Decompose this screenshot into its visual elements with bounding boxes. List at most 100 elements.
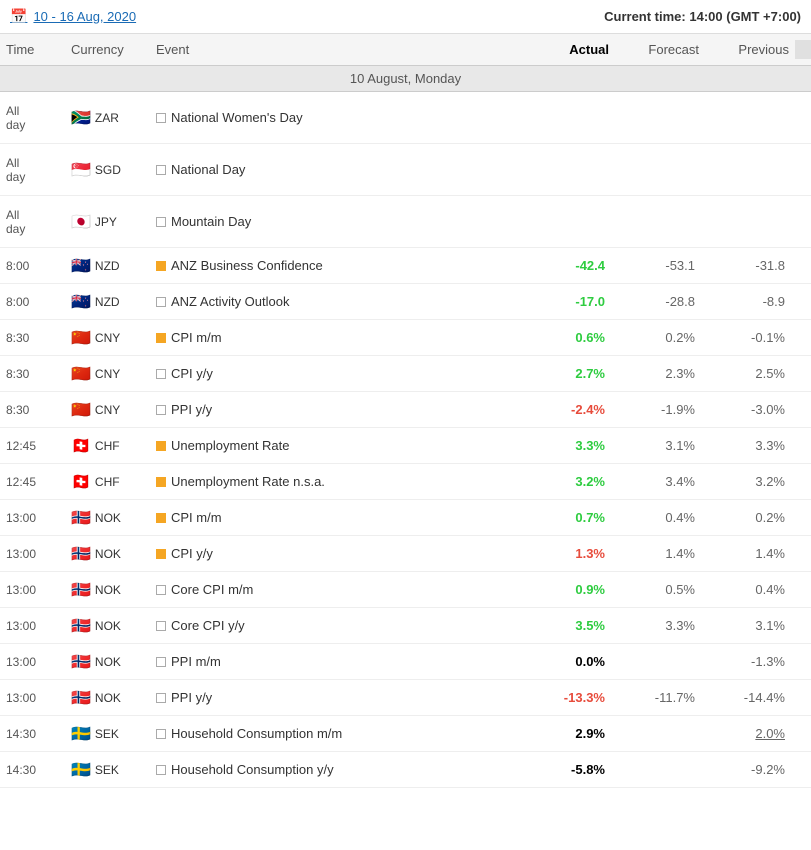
cell-actual [525, 114, 615, 122]
flag-icon: 🇸🇪 [71, 760, 91, 780]
cell-event: PPI y/y [150, 398, 525, 421]
cell-actual [525, 218, 615, 226]
header-bar: 📅 10 - 16 Aug, 2020 Current time: 14:00 … [0, 0, 811, 34]
currency-label: SEK [95, 727, 119, 741]
currency-label: CHF [95, 475, 120, 489]
currency-label: ZAR [95, 111, 119, 125]
cell-previous: -1.3% [705, 650, 795, 673]
cell-forecast: 0.2% [615, 326, 705, 349]
cell-actual: 2.9% [525, 722, 615, 745]
flag-icon: 🇳🇴 [71, 580, 91, 600]
section-header-monday: 10 August, Monday [0, 66, 811, 92]
cell-actual: 0.6% [525, 326, 615, 349]
cell-event: National Day [150, 158, 525, 181]
cell-previous: 3.2% [705, 470, 795, 493]
flag-icon: 🇳🇴 [71, 508, 91, 528]
cell-time: 14:30 [0, 723, 65, 745]
cell-forecast: 0.5% [615, 578, 705, 601]
table-row: Allday 🇯🇵 JPY Mountain Day [0, 196, 811, 248]
cell-actual: 0.0% [525, 650, 615, 673]
current-time-label: Current time: [604, 9, 686, 24]
event-name: National Women's Day [171, 110, 303, 125]
event-name: Core CPI y/y [171, 618, 245, 633]
cell-time: 13:00 [0, 507, 65, 529]
event-name: Core CPI m/m [171, 582, 253, 597]
cell-currency: 🇨🇭 CHF [65, 468, 150, 496]
flag-icon: 🇨🇭 [71, 472, 91, 492]
event-name: Unemployment Rate [171, 438, 290, 453]
event-name: Unemployment Rate n.s.a. [171, 474, 325, 489]
date-range[interactable]: 📅 10 - 16 Aug, 2020 [10, 8, 136, 25]
table-row: 8:30 🇨🇳 CNY CPI y/y 2.7% 2.3% 2.5% [0, 356, 811, 392]
event-name: Household Consumption y/y [171, 762, 334, 777]
cell-forecast: 0.4% [615, 506, 705, 529]
cell-currency: 🇳🇿 NZD [65, 288, 150, 316]
cell-forecast [615, 766, 705, 774]
event-name: CPI m/m [171, 510, 222, 525]
date-range-text: 10 - 16 Aug, 2020 [33, 9, 136, 24]
current-time: Current time: 14:00 (GMT +7:00) [604, 9, 801, 24]
cell-event: CPI m/m [150, 506, 525, 529]
currency-label: JPY [95, 215, 117, 229]
cell-previous: -8.9 [705, 290, 795, 313]
col-currency: Currency [65, 40, 150, 59]
cell-previous: 2.5% [705, 362, 795, 385]
event-name: ANZ Business Confidence [171, 258, 323, 273]
cell-actual: 2.7% [525, 362, 615, 385]
cell-previous: 0.4% [705, 578, 795, 601]
currency-label: NOK [95, 547, 121, 561]
cell-forecast: 3.1% [615, 434, 705, 457]
calendar-icon: 📅 [10, 8, 27, 25]
cell-forecast [615, 114, 705, 122]
flag-icon: 🇨🇳 [71, 400, 91, 420]
cell-currency: 🇳🇿 NZD [65, 252, 150, 280]
cell-time: 8:30 [0, 327, 65, 349]
table-row: 12:45 🇨🇭 CHF Unemployment Rate n.s.a. 3.… [0, 464, 811, 500]
table-row: 14:30 🇸🇪 SEK Household Consumption m/m 2… [0, 716, 811, 752]
cell-currency: 🇳🇴 NOK [65, 684, 150, 712]
currency-label: NOK [95, 655, 121, 669]
table-row: Allday 🇿🇦 ZAR National Women's Day [0, 92, 811, 144]
cell-event: ANZ Business Confidence [150, 254, 525, 277]
event-name: CPI y/y [171, 366, 213, 381]
cell-event: Mountain Day [150, 210, 525, 233]
flag-icon: 🇿🇦 [71, 108, 91, 128]
cell-actual: -2.4% [525, 398, 615, 421]
cell-time: 8:00 [0, 291, 65, 313]
cell-currency: 🇿🇦 ZAR [65, 104, 150, 132]
flag-icon: 🇳🇴 [71, 544, 91, 564]
cell-event: Household Consumption m/m [150, 722, 525, 745]
table-row: 13:00 🇳🇴 NOK Core CPI m/m 0.9% 0.5% 0.4% [0, 572, 811, 608]
table-row: 13:00 🇳🇴 NOK Core CPI y/y 3.5% 3.3% 3.1% [0, 608, 811, 644]
cell-time: 14:30 [0, 759, 65, 781]
cell-event: ANZ Activity Outlook [150, 290, 525, 313]
table-row: Allday 🇸🇬 SGD National Day [0, 144, 811, 196]
cell-actual: 3.3% [525, 434, 615, 457]
cell-time: 8:30 [0, 399, 65, 421]
cell-actual: -42.4 [525, 254, 615, 277]
cell-previous: -0.1% [705, 326, 795, 349]
main-container: 📅 10 - 16 Aug, 2020 Current time: 14:00 … [0, 0, 811, 850]
cell-actual: -5.8% [525, 758, 615, 781]
cell-forecast: 2.3% [615, 362, 705, 385]
cell-currency: 🇯🇵 JPY [65, 208, 150, 236]
cell-actual: 0.7% [525, 506, 615, 529]
cell-forecast: -28.8 [615, 290, 705, 313]
cell-actual: 3.5% [525, 614, 615, 637]
cell-previous [705, 114, 795, 122]
rows-container: Allday 🇿🇦 ZAR National Women's Day Allda… [0, 92, 811, 788]
table-row: 8:30 🇨🇳 CNY CPI m/m 0.6% 0.2% -0.1% [0, 320, 811, 356]
cell-event: CPI y/y [150, 362, 525, 385]
event-name: ANZ Activity Outlook [171, 294, 289, 309]
event-name: PPI y/y [171, 402, 212, 417]
col-previous: Previous [705, 40, 795, 59]
cell-previous: 1.4% [705, 542, 795, 565]
cell-actual: 1.3% [525, 542, 615, 565]
content-area: 10 August, Monday Allday 🇿🇦 ZAR National… [0, 66, 811, 788]
table-row: 8:30 🇨🇳 CNY PPI y/y -2.4% -1.9% -3.0% [0, 392, 811, 428]
table-row: 13:00 🇳🇴 NOK CPI y/y 1.3% 1.4% 1.4% [0, 536, 811, 572]
cell-previous: 2.0% [705, 722, 795, 745]
cell-event: CPI y/y [150, 542, 525, 565]
cell-event: Core CPI m/m [150, 578, 525, 601]
cell-currency: 🇨🇳 CNY [65, 360, 150, 388]
